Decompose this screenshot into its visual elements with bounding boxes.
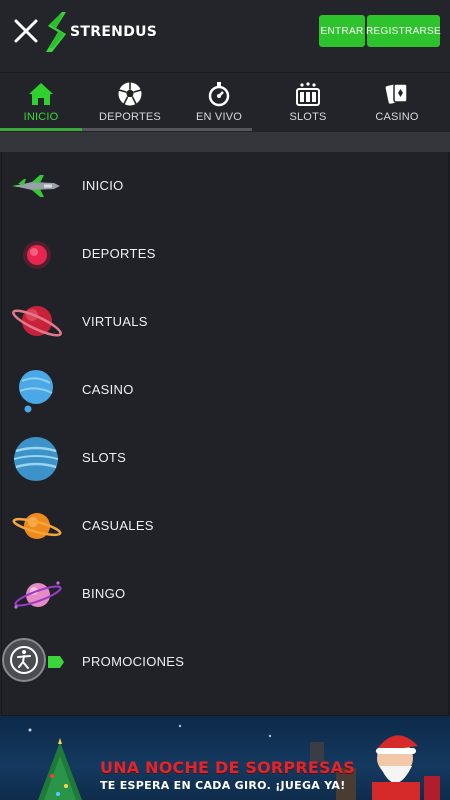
tab-inicio[interactable]: INICIO xyxy=(0,73,86,131)
menu-item-label: DEPORTES xyxy=(82,246,156,261)
menu-item-inicio[interactable]: INICIO xyxy=(2,152,449,220)
soccer-ball-icon xyxy=(118,82,142,106)
stopwatch-icon xyxy=(208,82,230,107)
accessibility-icon xyxy=(10,646,38,674)
tab-label: CASINO xyxy=(375,111,419,123)
tab-label: EN VIVO xyxy=(195,111,243,123)
promo-banner[interactable]: UNA NOCHE DE SORPRESAS TE ESPERA EN CADA… xyxy=(0,716,450,800)
pink-planet-icon xyxy=(14,581,62,609)
menu-item-promociones[interactable]: PROMOCIONES xyxy=(2,628,449,696)
top-bar: STRENDUS ENTRAR REGISTRARSE xyxy=(0,0,450,72)
menu-item-label: SLOTS xyxy=(82,450,127,465)
menu-item-virtuals[interactable]: VIRTUALS xyxy=(2,288,449,356)
red-planet-icon xyxy=(23,241,51,269)
tab-slots[interactable]: SLOTS xyxy=(263,73,353,131)
slot-machine-icon xyxy=(296,82,320,106)
tab-label: SLOTS xyxy=(289,111,327,123)
striped-planet-icon xyxy=(13,437,59,481)
side-menu: INICIO DEPORTES VIRTUALS CASINO SLOTS CA… xyxy=(1,152,449,716)
menu-item-label: CASINO xyxy=(82,382,134,397)
banner-title: UNA NOCHE DE SORPRESAS xyxy=(100,758,355,777)
ringed-red-planet-icon xyxy=(12,306,62,337)
tab-en-vivo[interactable]: EN VIVO xyxy=(174,73,264,131)
accessibility-button[interactable] xyxy=(2,638,46,682)
menu-item-label: VIRTUALS xyxy=(82,314,148,329)
logo[interactable]: STRENDUS xyxy=(40,10,157,54)
banner-subtitle: TE ESPERA EN CADA GIRO. ¡JUEGA YA! xyxy=(100,779,346,792)
menu-item-label: PROMOCIONES xyxy=(82,654,185,669)
tab-deportes[interactable]: DEPORTES xyxy=(85,73,175,131)
spaceship-icon xyxy=(12,175,60,197)
menu-item-label: CASUALES xyxy=(82,518,154,533)
tab-label: DEPORTES xyxy=(99,111,161,123)
menu-item-label: BINGO xyxy=(82,586,126,601)
blue-planet-icon xyxy=(19,370,53,413)
menu-item-label: INICIO xyxy=(82,178,124,193)
menu-item-bingo[interactable]: BINGO xyxy=(2,560,449,628)
menu-item-deportes[interactable]: DEPORTES xyxy=(2,220,449,288)
tab-label: INICIO xyxy=(23,111,59,123)
top-tabs: INICIO DEPORTES EN VIVO SLOTS CASINO xyxy=(0,72,450,133)
divider-bar xyxy=(0,132,450,152)
orange-ringed-planet-icon xyxy=(12,513,62,539)
logo-s-icon xyxy=(46,12,66,52)
menu-item-slots[interactable]: SLOTS xyxy=(2,424,449,492)
menu-item-casuales[interactable]: CASUALES xyxy=(2,492,449,560)
close-icon[interactable] xyxy=(12,17,40,45)
tab-casino[interactable]: CASINO xyxy=(352,73,442,131)
home-icon xyxy=(29,83,53,105)
register-button[interactable]: REGISTRARSE xyxy=(366,15,441,47)
login-button[interactable]: ENTRAR xyxy=(319,15,365,47)
logo-text: STRENDUS xyxy=(70,24,158,40)
active-tab-indicator xyxy=(0,128,82,131)
cards-icon xyxy=(385,83,408,104)
menu-item-casino[interactable]: CASINO xyxy=(2,356,449,424)
